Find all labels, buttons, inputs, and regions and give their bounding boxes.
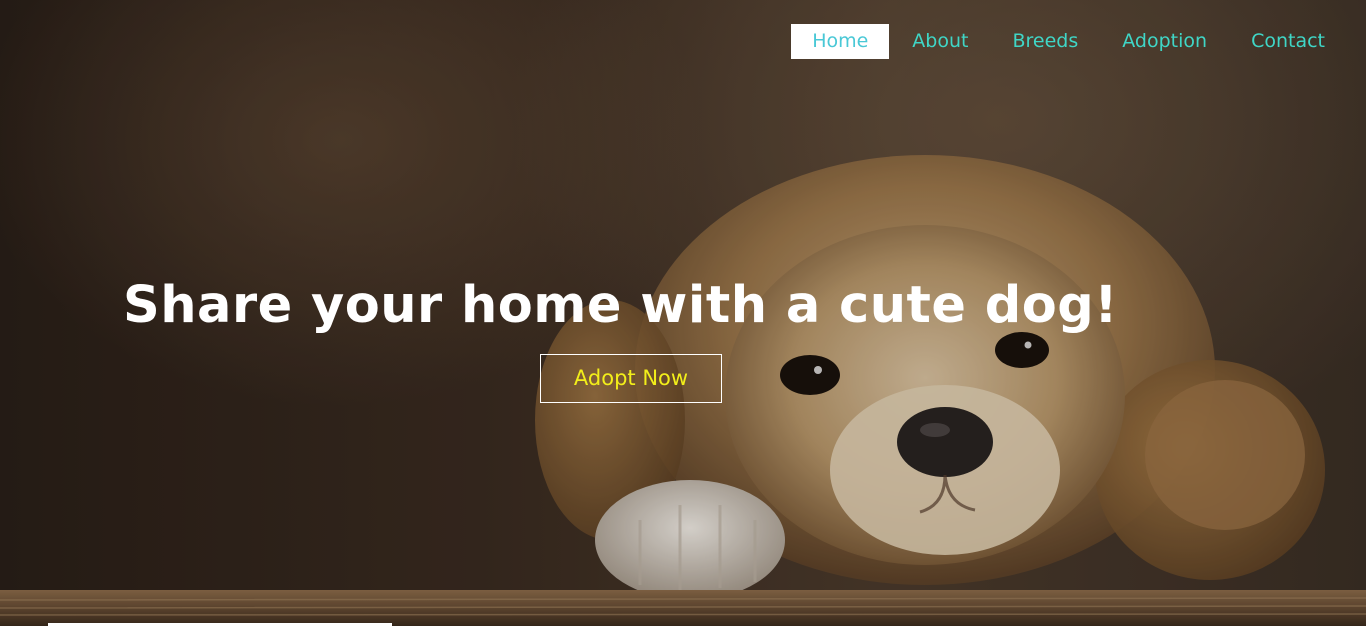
nav-item-about[interactable]: About	[891, 24, 989, 59]
nav-item-breeds[interactable]: Breeds	[991, 24, 1099, 59]
nav-item-contact[interactable]: Contact	[1230, 24, 1346, 59]
nav-item-home[interactable]: Home	[791, 24, 890, 59]
hero-headline: Share your home with a cute dog!	[123, 276, 1119, 335]
main-nav: Home About Breeds Adoption Contact	[789, 24, 1346, 59]
adopt-now-button[interactable]: Adopt Now	[540, 354, 722, 403]
nav-item-adoption[interactable]: Adoption	[1101, 24, 1228, 59]
hero-section: Home About Breeds Adoption Contact Share…	[0, 0, 1366, 626]
